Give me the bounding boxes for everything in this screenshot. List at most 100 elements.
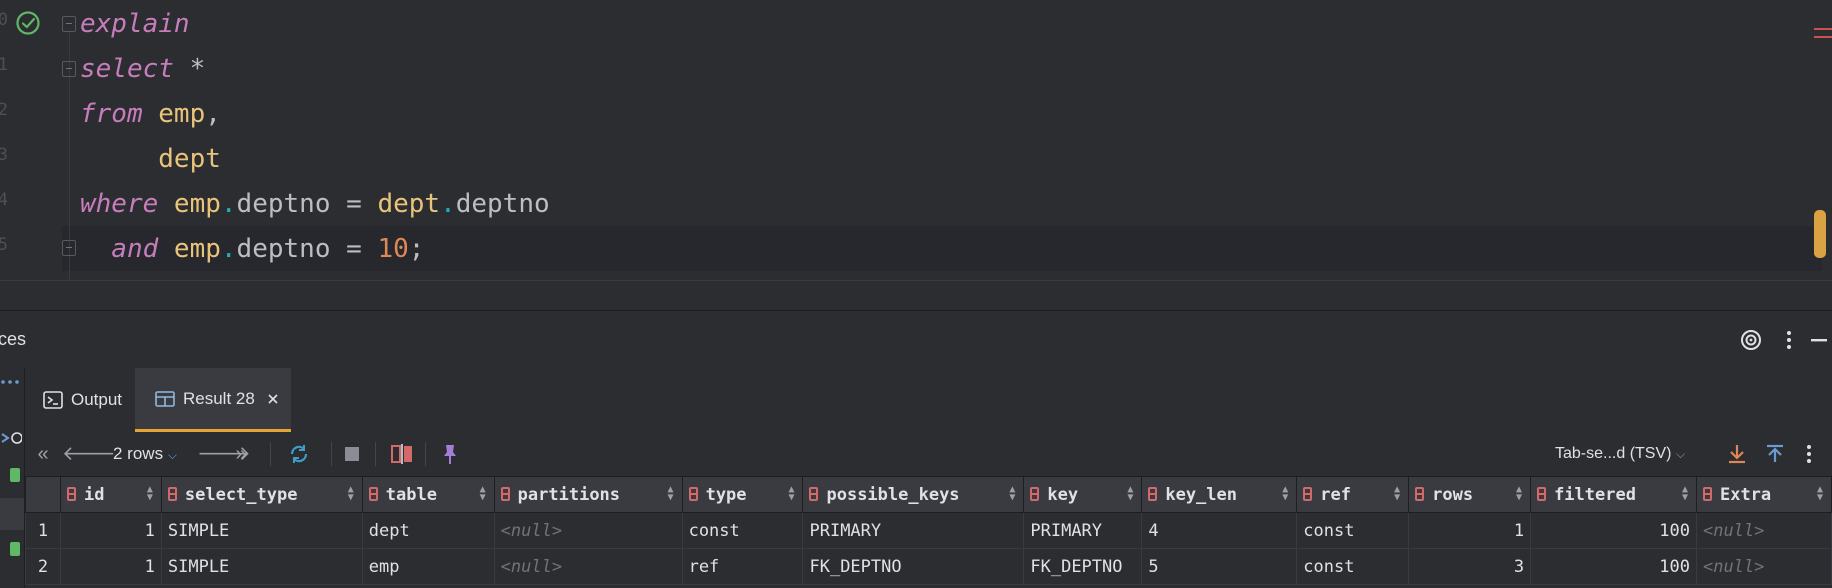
table-cell[interactable]: PRIMARY — [802, 512, 1025, 549]
table-row[interactable]: 2 1 SIMPLE emp <null> ref FK_DEPTNO FK_DEPTNO 5 c… — [25, 548, 1832, 585]
sort-icon[interactable]: ▲ ▼ — [480, 485, 486, 503]
table-cell[interactable]: PRIMARY — [1023, 512, 1143, 549]
column-header-table[interactable]: table ▲ ▼ — [361, 476, 495, 513]
code-line[interactable]: dept — [80, 137, 221, 182]
sort-icon[interactable]: ▲ ▼ — [1817, 485, 1823, 503]
table-cell[interactable]: 5 — [1141, 548, 1298, 585]
session-icon[interactable] — [8, 540, 22, 558]
column-header-rows[interactable]: rows ▲ ▼ — [1408, 476, 1532, 513]
code-token: deptno = — [236, 234, 378, 264]
code-line[interactable]: from emp, — [80, 92, 221, 137]
sort-icon[interactable]: ▲ ▼ — [1682, 485, 1688, 503]
tab-result[interactable]: Result 28 — [135, 368, 291, 432]
table-cell[interactable]: SIMPLE — [160, 548, 363, 585]
table-cell[interactable]: <null> — [1695, 512, 1832, 549]
upload-icon[interactable] — [1763, 442, 1787, 466]
problems-marker-icon[interactable] — [1810, 28, 1832, 40]
column-header-key[interactable]: key ▲ ▼ — [1023, 476, 1143, 513]
datasource-icon[interactable] — [0, 430, 22, 446]
close-icon[interactable] — [267, 393, 279, 405]
table-cell[interactable]: <null> — [1695, 548, 1832, 585]
table-cell[interactable]: 1 — [1408, 512, 1532, 549]
result-tabs: Output Result 28 — [25, 368, 1832, 432]
code-token: . — [220, 234, 237, 264]
table-row[interactable]: 1 1 SIMPLE dept <null> const PRIMARY PRIMARY 4 co… — [25, 512, 1832, 549]
sort-icon[interactable]: ▲ ▼ — [348, 485, 354, 503]
table-cell[interactable]: 1 — [59, 548, 162, 585]
column-header-id[interactable]: id ▲ ▼ — [59, 476, 162, 513]
sort-icon[interactable]: ▲ ▼ — [1009, 485, 1015, 503]
more-horizontal-icon[interactable] — [0, 378, 20, 386]
column-header-select-type[interactable]: select_type ▲ ▼ — [160, 476, 363, 513]
column-header-type[interactable]: type ▲ ▼ — [681, 476, 804, 513]
table-cell[interactable]: const — [1296, 512, 1410, 549]
table-cell[interactable]: FK_DEPTNO — [802, 548, 1025, 585]
table-cell[interactable]: const — [1296, 548, 1410, 585]
selected-session-row[interactable] — [0, 498, 24, 530]
column-header-key-len[interactable]: key_len ▲ ▼ — [1141, 476, 1298, 513]
fold-toggle-icon[interactable] — [62, 240, 76, 256]
code-token: * — [189, 54, 206, 84]
column-header-partitions[interactable]: partitions ▲ ▼ — [493, 476, 683, 513]
table-cell[interactable]: 3 — [1408, 548, 1532, 585]
grid-corner[interactable] — [25, 476, 61, 513]
more-vertical-icon[interactable] — [1799, 442, 1819, 466]
previous-page-icon[interactable]: 🡐 — [62, 442, 116, 466]
fold-toggle-icon[interactable] — [62, 61, 76, 77]
minimize-icon[interactable] — [1808, 329, 1830, 351]
sort-icon[interactable]: ▲ ▼ — [788, 485, 794, 503]
code-line[interactable]: and emp.deptno = 10; — [80, 227, 424, 272]
download-icon[interactable] — [1725, 442, 1749, 466]
fold-toggle-icon[interactable] — [62, 16, 76, 32]
last-page-icon[interactable]: » — [231, 442, 251, 466]
table-cell[interactable]: emp — [361, 548, 495, 585]
column-label: type — [705, 484, 747, 505]
tab-output[interactable]: Output — [35, 368, 143, 432]
first-page-icon[interactable]: « — [33, 442, 53, 466]
result-grid[interactable]: id ▲ ▼ select_type ▲ ▼ table ▲ ▼ partitions ▲ ▼ type… — [25, 476, 1832, 588]
table-cell[interactable]: 4 — [1141, 512, 1298, 549]
compare-icon[interactable] — [389, 442, 415, 466]
refresh-icon[interactable] — [287, 442, 311, 466]
export-format-selector[interactable]: Tab-se...d (TSV) ⌵ — [1555, 442, 1705, 466]
session-icon[interactable] — [8, 466, 22, 484]
sort-icon[interactable]: ▲ ▼ — [1127, 485, 1133, 503]
table-cell[interactable]: <null> — [493, 512, 683, 549]
stop-icon[interactable] — [340, 442, 364, 466]
sort-icon[interactable]: ▲ ▼ — [1394, 485, 1400, 503]
column-header-possible-keys[interactable]: possible_keys ▲ ▼ — [802, 476, 1025, 513]
table-cell[interactable]: 1 — [59, 512, 162, 549]
sort-icon[interactable]: ▲ ▼ — [668, 485, 674, 503]
column-header-ref[interactable]: ref ▲ ▼ — [1296, 476, 1410, 513]
rows-selector[interactable]: 2 rows ⌵ — [113, 442, 193, 466]
more-vertical-icon[interactable] — [1778, 329, 1800, 351]
table-cell[interactable]: dept — [361, 512, 495, 549]
sql-editor[interactable]: 0 1 2 3 4 5 explain select * from emp, dep… — [0, 0, 1832, 280]
table-cell[interactable]: FK_DEPTNO — [1023, 548, 1143, 585]
sort-icon[interactable]: ▲ ▼ — [147, 485, 153, 503]
column-header-filtered[interactable]: filtered ▲ ▼ — [1530, 476, 1697, 513]
services-tree-strip[interactable] — [0, 368, 25, 588]
execution-success-icon[interactable] — [15, 10, 41, 36]
table-cell[interactable]: <null> — [493, 548, 683, 585]
chevron-down-icon: ⌵ — [1675, 447, 1686, 461]
pin-icon[interactable] — [438, 442, 462, 466]
table-cell[interactable]: 100 — [1530, 548, 1697, 585]
code-token: . — [220, 189, 237, 219]
code-line[interactable]: explain — [80, 2, 190, 47]
table-cell[interactable]: const — [681, 512, 804, 549]
tab-label: Result 28 — [183, 388, 255, 408]
editor-scrollbar[interactable] — [1814, 210, 1826, 258]
row-number[interactable]: 1 — [25, 512, 61, 549]
target-icon[interactable] — [1740, 329, 1762, 351]
sort-icon[interactable]: ▲ ▼ — [1516, 485, 1522, 503]
table-cell[interactable]: SIMPLE — [160, 512, 363, 549]
table-cell[interactable]: 100 — [1530, 512, 1697, 549]
row-number[interactable]: 2 — [25, 548, 61, 585]
next-page-icon[interactable]: 🡒 — [197, 442, 251, 466]
column-header-extra[interactable]: Extra ▲ ▼ — [1695, 476, 1832, 513]
sort-icon[interactable]: ▲ ▼ — [1282, 485, 1288, 503]
code-line[interactable]: select * — [80, 47, 205, 92]
table-cell[interactable]: ref — [681, 548, 804, 585]
code-line[interactable]: where emp.deptno = dept.deptno — [80, 182, 550, 227]
